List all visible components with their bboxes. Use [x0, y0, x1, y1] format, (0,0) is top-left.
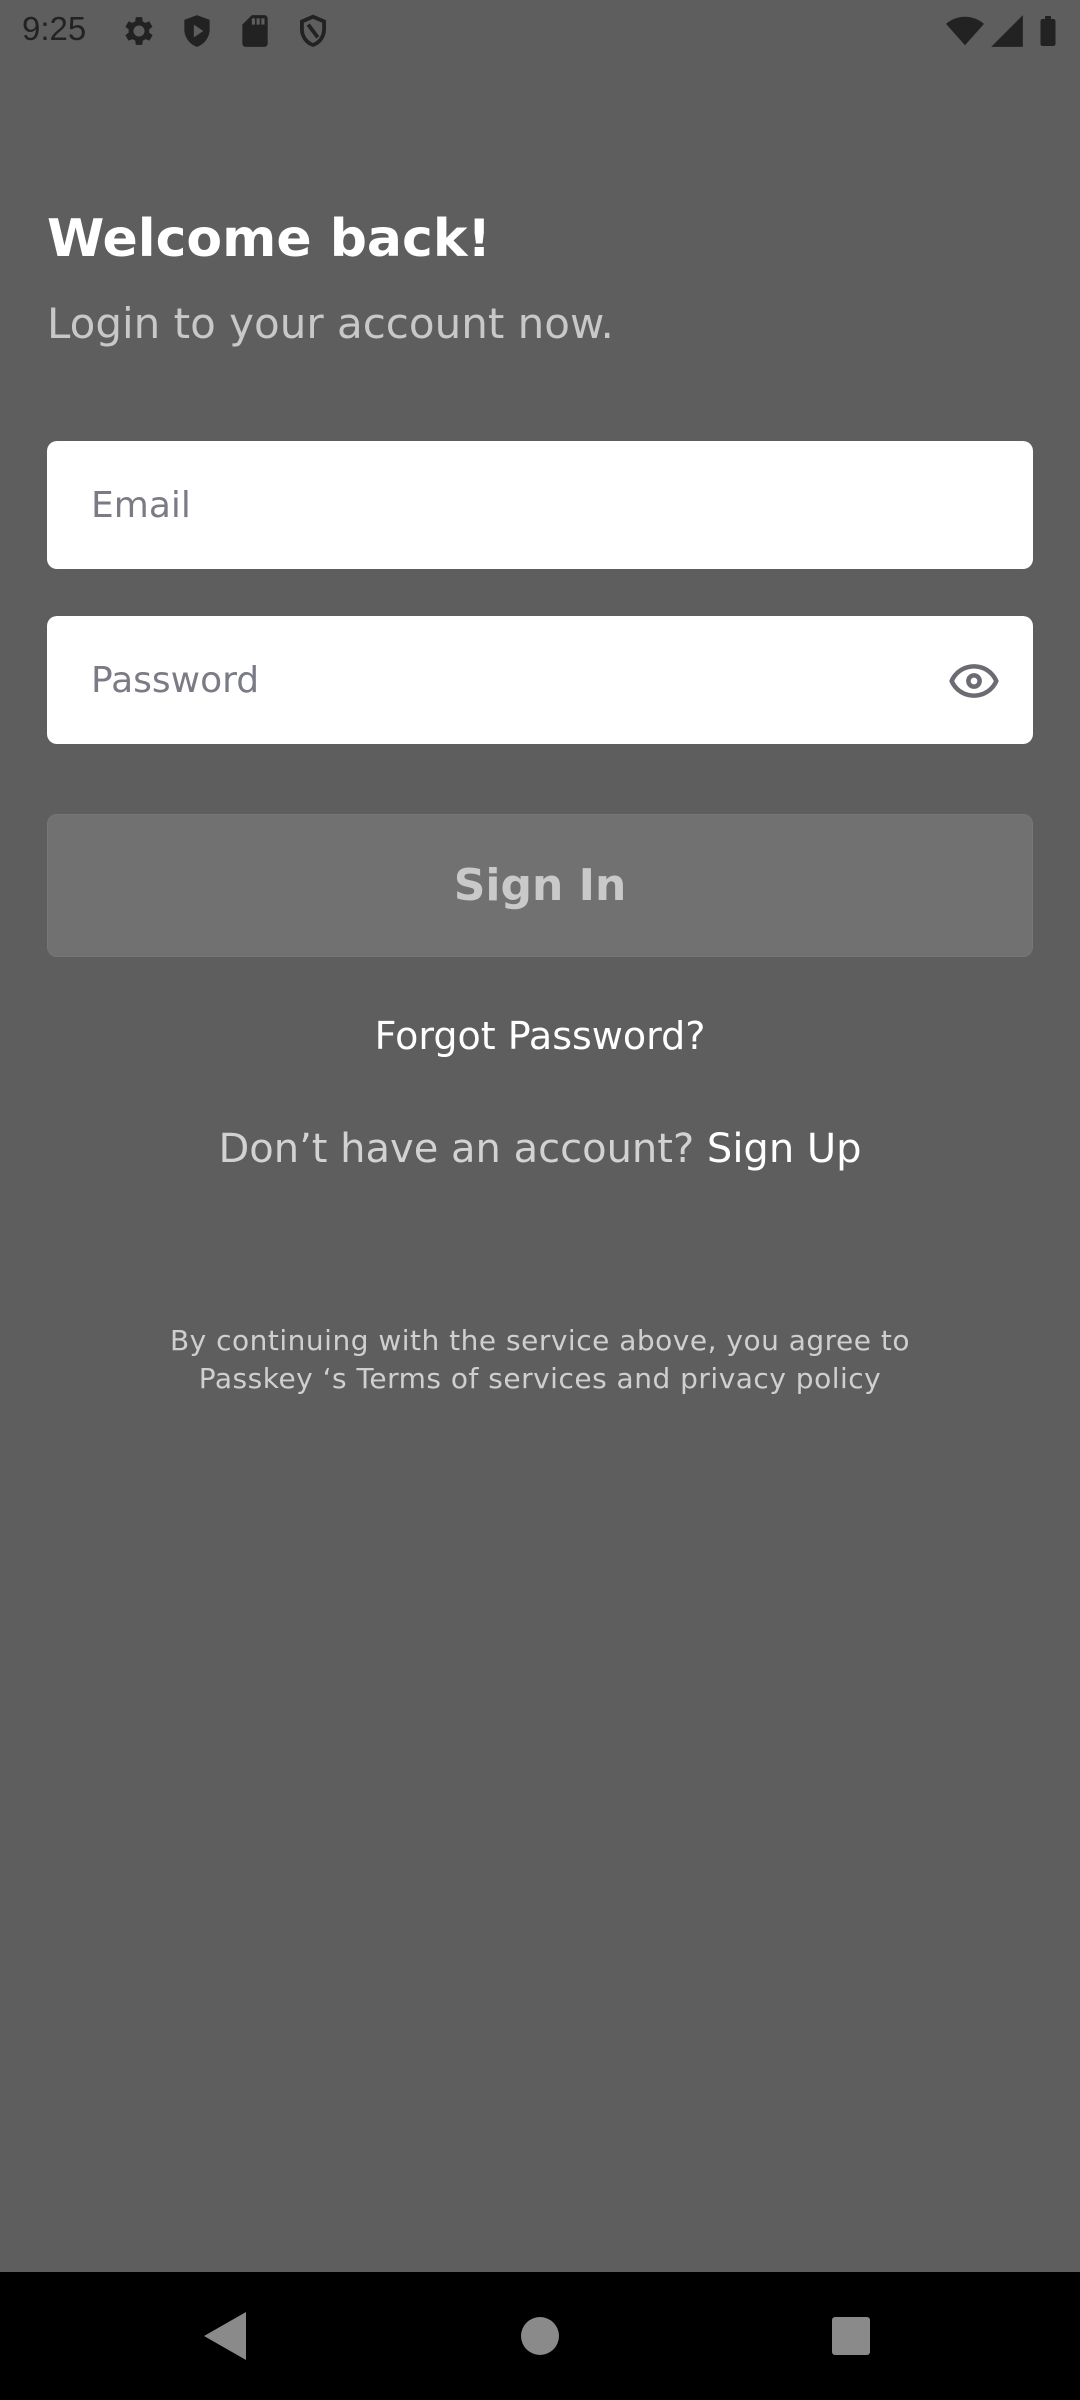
page-subtitle: Login to your account now. [47, 299, 614, 348]
eye-icon[interactable] [947, 654, 1001, 708]
password-input[interactable] [91, 616, 951, 744]
page-title: Welcome back! [47, 209, 492, 269]
sd-card-icon [236, 12, 274, 50]
email-field[interactable] [47, 441, 1033, 569]
navigation-bar [0, 2272, 1080, 2400]
battery-icon [1030, 12, 1066, 50]
login-screen: 9:25 Welcome back! Login to your account… [0, 0, 1080, 2400]
status-bar: 9:25 [0, 0, 1080, 62]
shield-icon [294, 12, 332, 50]
password-field[interactable] [47, 616, 1033, 744]
signup-row: Don’t have an account? Sign Up [0, 1126, 1080, 1172]
gear-icon [120, 12, 158, 50]
legal-text: By continuing with the service above, yo… [0, 1322, 1080, 1398]
status-time: 9:25 [22, 10, 87, 47]
forgot-password-link[interactable]: Forgot Password? [0, 1014, 1080, 1058]
recents-icon[interactable] [811, 2296, 891, 2376]
home-icon[interactable] [500, 2296, 580, 2376]
legal-line-1: By continuing with the service above, yo… [169, 1324, 911, 1357]
email-input[interactable] [91, 441, 951, 569]
back-icon[interactable] [186, 2296, 266, 2376]
legal-line-2: Passkey ‘s Terms of services and privacy… [198, 1362, 882, 1395]
signup-prompt: Don’t have an account? [218, 1126, 707, 1172]
signal-icon [988, 12, 1026, 50]
wifi-icon [944, 12, 986, 50]
sign-up-link[interactable]: Sign Up [707, 1126, 862, 1172]
play-shield-icon [178, 12, 216, 50]
sign-in-button[interactable]: Sign In [47, 814, 1033, 957]
